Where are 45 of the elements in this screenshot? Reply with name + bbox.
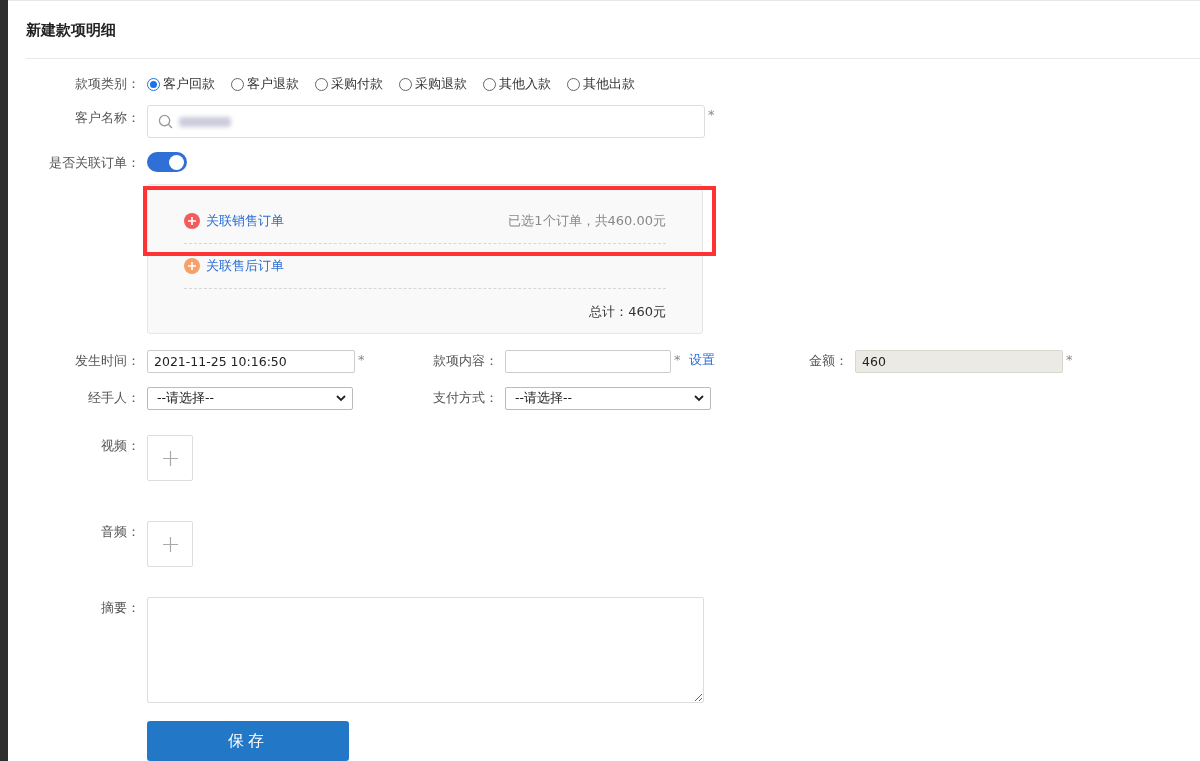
link-order-link[interactable]: 关联售后订单 [184,257,284,275]
toggle-switch[interactable] [147,152,187,172]
summary-textarea[interactable] [147,597,704,703]
radio-option[interactable]: 客户退款 [231,73,299,95]
link-order-link[interactable]: 关联销售订单 [184,212,284,230]
radio-option[interactable]: 客户回款 [147,73,215,95]
plus-icon [162,450,178,466]
field-label: 是否关联订单： [48,154,140,172]
upload-button[interactable] [147,435,193,481]
field-label: 客户名称： [74,109,140,127]
radio-option[interactable]: 采购付款 [315,73,383,95]
field-label: 经手人： [87,389,140,407]
field-label: 金额： [808,352,848,370]
field-label: 音频： [100,523,140,541]
content-input[interactable] [505,350,671,373]
radio-option[interactable]: 其他入款 [483,73,551,95]
required-mark: * [674,351,681,369]
handler-select[interactable]: --请选择-- [147,387,353,410]
field-label: 支付方式： [432,389,498,407]
total-text: 总计：460元 [588,303,666,321]
required-mark: * [708,106,715,124]
plus-circle-icon [184,258,200,274]
page-title: 新建款项明细 [26,1,1200,59]
chevron-down-icon [694,395,704,402]
blurred-text [179,116,231,127]
required-mark: * [358,351,365,369]
date-input[interactable]: 2021-11-25 10:16:50 [147,350,355,373]
search-icon [158,114,173,129]
field-label: 摘要： [100,599,140,617]
field-label: 款项内容： [432,352,498,370]
field-label: 视频： [100,437,140,455]
field-label: 款项类别： [74,75,140,93]
save-button[interactable]: 保存 [147,721,349,761]
upload-button[interactable] [147,521,193,567]
settings-link[interactable]: 设置 [688,350,715,370]
radio-option[interactable]: 其他出款 [567,73,635,95]
plus-icon [162,536,178,552]
plus-circle-icon [184,213,200,229]
chevron-down-icon [336,395,346,402]
payment-select[interactable]: --请选择-- [505,387,711,410]
field-label: 发生时间： [74,352,140,370]
required-mark: * [1066,351,1073,369]
search-field[interactable] [147,105,705,138]
radio-option[interactable]: 采购退款 [399,73,467,95]
order-summary: 已选1个订单，共460.00元 [508,212,666,230]
